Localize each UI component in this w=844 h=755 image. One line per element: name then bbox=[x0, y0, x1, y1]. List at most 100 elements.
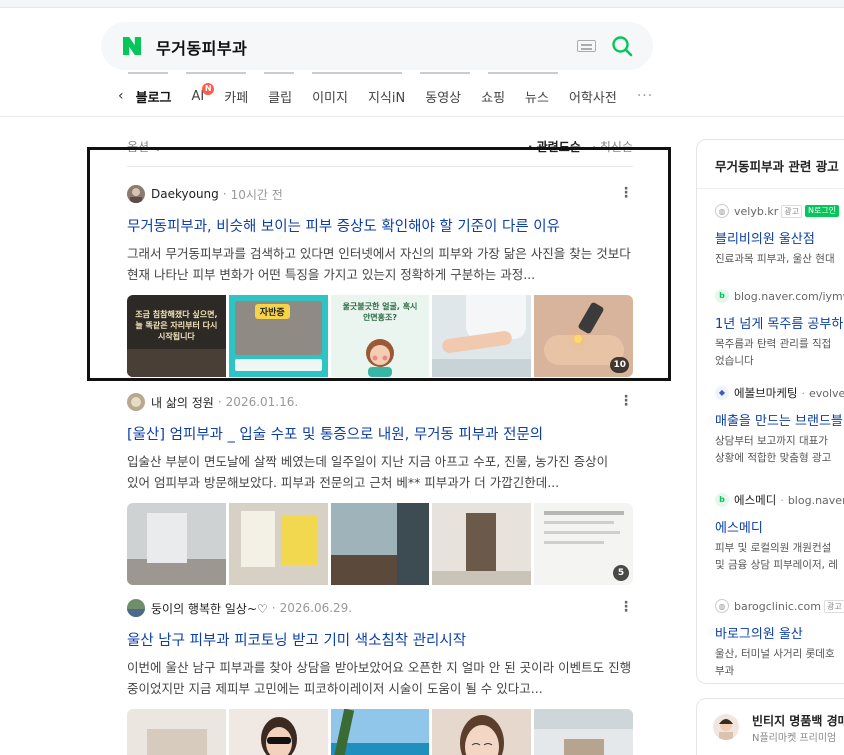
blog-post: 내 삶의 정원 · 2026.01.16. ⋮ [울산] 엄피부과 _ 입술 수… bbox=[127, 393, 633, 585]
separator-dot: · bbox=[217, 395, 222, 409]
image-count-badge: 5 bbox=[612, 565, 629, 581]
author-name[interactable]: 내 삶의 정원 bbox=[151, 394, 214, 411]
ad-description: 상담부터 보고까지 대표가상황에 적합한 맞춤형 광고 bbox=[715, 433, 844, 467]
post-time: 2026.01.16. bbox=[225, 395, 299, 409]
globe-icon: ◍ bbox=[715, 204, 729, 218]
ad-source[interactable]: b blog.naver.com/iymwy bbox=[715, 288, 844, 304]
naver-logo-icon[interactable] bbox=[121, 35, 143, 57]
separator-dot: · bbox=[780, 493, 784, 507]
promo-title[interactable]: 빈티지 명품백 경매 bbox=[752, 712, 844, 729]
thumbnail[interactable] bbox=[228, 503, 328, 585]
ad-source-url[interactable]: blog.naver.com/iymwy bbox=[734, 290, 844, 303]
ad-source[interactable]: b 에스메디 · blog.naver.c bbox=[715, 492, 844, 508]
ad-label: 광고 bbox=[781, 204, 802, 218]
avatar[interactable] bbox=[127, 393, 145, 411]
ad-item: b 에스메디 · blog.naver.c 에스메디 피부 및 로컬의원 개원컨… bbox=[715, 492, 844, 574]
tab-image[interactable]: 이미지 bbox=[312, 87, 348, 106]
post-description[interactable]: 입술산 부분이 면도날에 살짝 베였는데 일주일이 지난 지금 아프고 수포, … bbox=[127, 451, 633, 493]
tabs-divider bbox=[0, 116, 844, 117]
thumbnail[interactable] bbox=[432, 709, 532, 755]
separator-dot: · bbox=[271, 601, 276, 615]
ad-label: 광고 bbox=[823, 599, 844, 613]
new-badge: N bbox=[202, 82, 215, 95]
post-title-link[interactable]: 울산 남구 피부과 피코토닝 받고 기미 색소침착 관리시작 bbox=[127, 631, 633, 651]
ad-desc-line: 상담부터 보고까지 대표가 bbox=[715, 435, 828, 447]
ad-source[interactable]: ◍ barogclinic.com 광고 bbox=[715, 598, 844, 614]
image-strip[interactable]: 5 bbox=[127, 503, 633, 585]
tab-video[interactable]: 동영상 bbox=[425, 87, 461, 106]
ad-title-link[interactable]: 매출을 만드는 브랜드블 bbox=[715, 410, 844, 429]
related-ads-panel: 무거동피부과 관련 광고 ◍ velyb.kr 광고 N로그인 블리비의원 울산… bbox=[696, 139, 844, 684]
ad-desc-line: 부과 bbox=[715, 665, 735, 677]
avatar bbox=[713, 714, 739, 740]
blog-post: 둥이의 행복한 일상~♡ · 2026.06.29. ⋮ 울산 남구 피부과 피… bbox=[127, 599, 633, 755]
post-description[interactable]: 이번에 울산 남구 피부과를 찾아 상담을 받아보았어요 오픈한 지 얼마 안 … bbox=[127, 657, 633, 699]
thumbnail[interactable] bbox=[127, 503, 226, 585]
ad-source-name[interactable]: 에볼브마케팅 bbox=[734, 385, 797, 401]
naver-login-badge: N로그인 bbox=[804, 205, 840, 217]
thumbnail[interactable] bbox=[330, 503, 430, 585]
chevron-left-icon[interactable]: ‹ bbox=[118, 88, 124, 104]
ad-desc-line: 피부 및 로컬의원 개원컨설 bbox=[715, 542, 832, 554]
ad-desc-line: 울산, 터미널 사거리 롯데호 bbox=[715, 648, 835, 660]
tab-kin[interactable]: 지식iN bbox=[368, 87, 405, 106]
tab-clip[interactable]: 클립 bbox=[268, 87, 292, 106]
thumbnail[interactable] bbox=[127, 709, 226, 755]
promo-card[interactable]: 빈티지 명품백 경매 N플리마켓 프리미엄 bbox=[696, 698, 844, 755]
keyboard-icon[interactable] bbox=[577, 40, 596, 52]
ad-desc-line: 및 금융 상담 피부레이저, 레 bbox=[715, 559, 838, 571]
ad-title-link[interactable]: 블리비의원 울산점 bbox=[715, 228, 844, 247]
tab-news[interactable]: 뉴스 bbox=[525, 87, 549, 106]
more-tabs-icon[interactable]: ··· bbox=[637, 88, 653, 104]
more-options-icon[interactable]: ⋮ bbox=[619, 600, 633, 614]
thumbnail[interactable]: 5 bbox=[534, 503, 633, 585]
search-tabs: ‹ 블로그 AI N 카페 클립 이미지 지식iN 동영상 쇼핑 뉴스 어학사전 … bbox=[118, 82, 653, 108]
author-name[interactable]: 둥이의 행복한 일상~♡ bbox=[151, 600, 268, 617]
thumbnail[interactable] bbox=[228, 709, 328, 755]
blog-icon: b bbox=[715, 493, 729, 507]
search-bar[interactable]: 무거동피부과 bbox=[101, 22, 653, 70]
ad-source[interactable]: ◍ velyb.kr 광고 N로그인 bbox=[715, 203, 844, 219]
ad-source-url[interactable]: velyb.kr bbox=[734, 205, 778, 218]
post-time: 2026.06.29. bbox=[279, 601, 353, 615]
ads-panel-title: 무거동피부과 관련 광고 bbox=[715, 159, 839, 174]
ad-title-link[interactable]: 1년 넘게 목주름 공부하 bbox=[715, 313, 844, 332]
search-input[interactable]: 무거동피부과 bbox=[156, 35, 247, 59]
ad-title-link[interactable]: 에스메디 bbox=[715, 517, 844, 536]
image-strip[interactable] bbox=[127, 709, 633, 755]
tab-blog[interactable]: 블로그 bbox=[136, 87, 172, 106]
browser-top-strip bbox=[0, 0, 844, 8]
ad-source[interactable]: ◆ 에볼브마케팅 · evolver bbox=[715, 385, 844, 401]
thumbnail[interactable] bbox=[534, 709, 633, 755]
brand-icon: ◆ bbox=[715, 386, 729, 400]
ad-description: 울산, 터미널 사거리 롯데호부과 bbox=[715, 646, 844, 680]
search-icon[interactable] bbox=[611, 35, 633, 57]
tab-shopping[interactable]: 쇼핑 bbox=[481, 87, 505, 106]
blog-icon: b bbox=[715, 289, 729, 303]
author-row: 내 삶의 정원 · 2026.01.16. ⋮ bbox=[127, 393, 633, 411]
promo-subtitle: N플리마켓 프리미엄 bbox=[752, 733, 837, 744]
tab-ai[interactable]: AI N bbox=[192, 82, 215, 104]
thumbnail[interactable] bbox=[432, 503, 532, 585]
tab-cafe[interactable]: 카페 bbox=[224, 87, 248, 106]
ad-item: b blog.naver.com/iymwy 1년 넘게 목주름 공부하 목주름… bbox=[715, 288, 844, 370]
ad-item: ◍ barogclinic.com 광고 바로그의원 울산 울산, 터미널 사거… bbox=[715, 598, 844, 680]
author-row: 둥이의 행복한 일상~♡ · 2026.06.29. ⋮ bbox=[127, 599, 633, 617]
ad-title-link[interactable]: 바로그의원 울산 bbox=[715, 623, 844, 642]
ad-description: 진료과목 피부과, 울산 현대 bbox=[715, 253, 835, 265]
ad-source-url[interactable]: barogclinic.com bbox=[734, 600, 821, 613]
ad-source-name[interactable]: 에스메디 bbox=[734, 492, 776, 508]
globe-icon: ◍ bbox=[715, 599, 729, 613]
post-title-link[interactable]: [울산] 엄피부과 _ 입술 수포 및 통증으로 내원, 무거동 피부과 전문의 bbox=[127, 425, 633, 445]
ad-source-url[interactable]: blog.naver.c bbox=[788, 494, 844, 507]
ad-source-url[interactable]: evolver bbox=[809, 387, 844, 400]
ad-desc-line: 목주름과 탄력 관리를 직접 bbox=[715, 338, 832, 350]
more-options-icon[interactable]: ⋮ bbox=[619, 394, 633, 408]
avatar[interactable] bbox=[127, 599, 145, 617]
thumbnail[interactable] bbox=[330, 709, 430, 755]
ad-desc-line: 상황에 적합한 맞춤형 광고 bbox=[715, 452, 832, 464]
ad-desc-line: 었습니다 bbox=[715, 355, 754, 367]
ad-description: 목주름과 탄력 관리를 직접었습니다 bbox=[715, 336, 844, 370]
separator-dot: · bbox=[801, 386, 805, 400]
tab-dictionary[interactable]: 어학사전 bbox=[569, 87, 617, 106]
